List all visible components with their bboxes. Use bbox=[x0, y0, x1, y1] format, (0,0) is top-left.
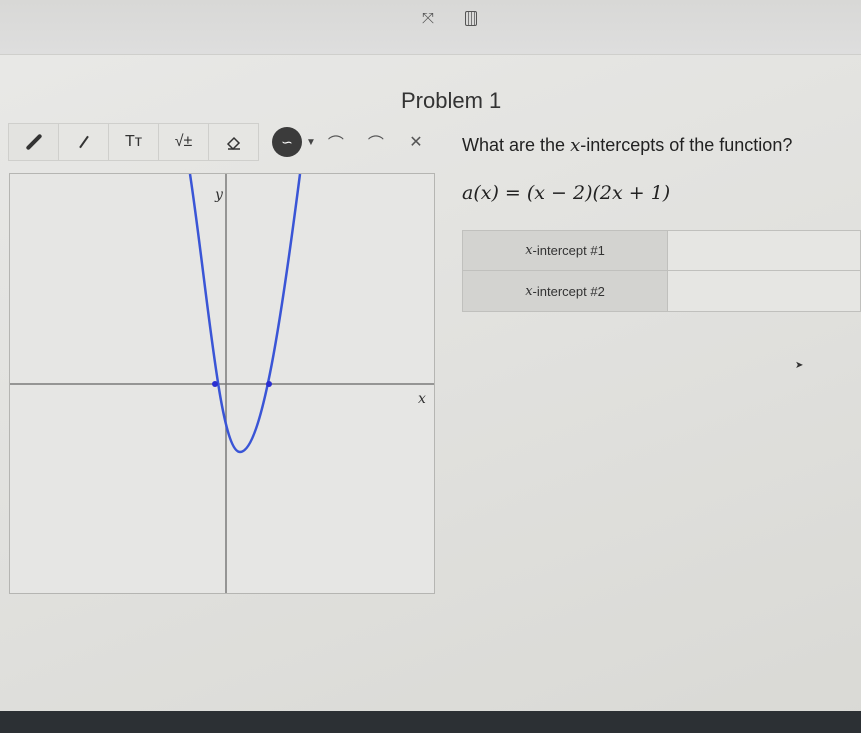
answer-label-text: -intercept #2 bbox=[532, 283, 605, 299]
math-tool-label: √± bbox=[174, 133, 193, 150]
clear-tool[interactable]: ✕ bbox=[396, 123, 436, 161]
x-intercept-1-input[interactable] bbox=[668, 230, 861, 271]
pencil-tool[interactable] bbox=[8, 123, 59, 161]
drawing-toolbar: Tт √± ∽ ▼ ⌒ ⌒ ✕ bbox=[8, 123, 436, 161]
graph-canvas[interactable]: y x bbox=[9, 173, 435, 594]
x-intercept-2-input[interactable] bbox=[668, 271, 861, 312]
eraser-tool[interactable] bbox=[208, 123, 259, 161]
line-icon bbox=[78, 135, 89, 149]
answer-var: x bbox=[525, 283, 533, 299]
answer-label: x -intercept #1 bbox=[462, 230, 668, 271]
answer-label-text: -intercept #1 bbox=[532, 243, 605, 258]
eraser-icon bbox=[226, 136, 240, 151]
top-bar: ⤧ bbox=[0, 0, 861, 55]
formula-lhs: a(x) = bbox=[462, 182, 527, 204]
problem-title: Problem 1 bbox=[401, 88, 502, 113]
graph-svg: y x bbox=[10, 174, 434, 593]
table-row: x -intercept #1 bbox=[462, 230, 861, 271]
arc-down-icon: ⌒ bbox=[367, 136, 384, 153]
x-axis-label: x bbox=[418, 391, 426, 407]
parabola-curve bbox=[188, 174, 302, 454]
calculator-icon[interactable] bbox=[462, 10, 480, 28]
question-suffix: -intercepts of the function? bbox=[580, 135, 793, 155]
bottom-bar bbox=[0, 711, 861, 733]
question-prefix: What are the bbox=[462, 135, 571, 155]
text-tool-label: Tт bbox=[124, 133, 143, 150]
curve-icon: ∽ bbox=[281, 133, 293, 150]
curve-tool[interactable]: ∽ bbox=[272, 127, 302, 157]
formula-rhs: (x − 2)(2x + 1) bbox=[526, 182, 671, 204]
close-icon: ✕ bbox=[409, 134, 423, 151]
function-formula: a(x) = (x − 2)(2x + 1) bbox=[462, 182, 670, 204]
text-tool[interactable]: Tт bbox=[108, 123, 159, 161]
question-text: What are the x-intercepts of the functio… bbox=[462, 135, 792, 156]
answer-table: x -intercept #1 x -intercept #2 bbox=[462, 230, 861, 312]
arc-down-tool[interactable]: ⌒ bbox=[356, 123, 396, 161]
intercept-point[interactable] bbox=[266, 381, 272, 387]
table-row: x -intercept #2 bbox=[462, 271, 861, 312]
pencil-icon bbox=[25, 133, 42, 151]
expand-icon[interactable]: ⤧ bbox=[419, 10, 437, 28]
answer-var: x bbox=[525, 243, 533, 258]
question-var: x bbox=[570, 135, 581, 156]
math-tool[interactable]: √± bbox=[158, 123, 209, 161]
chevron-down-icon[interactable]: ▼ bbox=[306, 137, 316, 148]
arc-up-icon: ⌒ bbox=[327, 136, 344, 153]
y-axis-label: y bbox=[214, 187, 224, 203]
answer-label: x -intercept #2 bbox=[462, 271, 668, 312]
mouse-cursor-icon: ➤ bbox=[795, 360, 804, 371]
line-tool[interactable] bbox=[58, 123, 109, 161]
arc-up-tool[interactable]: ⌒ bbox=[316, 123, 356, 161]
intercept-point[interactable] bbox=[212, 381, 218, 387]
